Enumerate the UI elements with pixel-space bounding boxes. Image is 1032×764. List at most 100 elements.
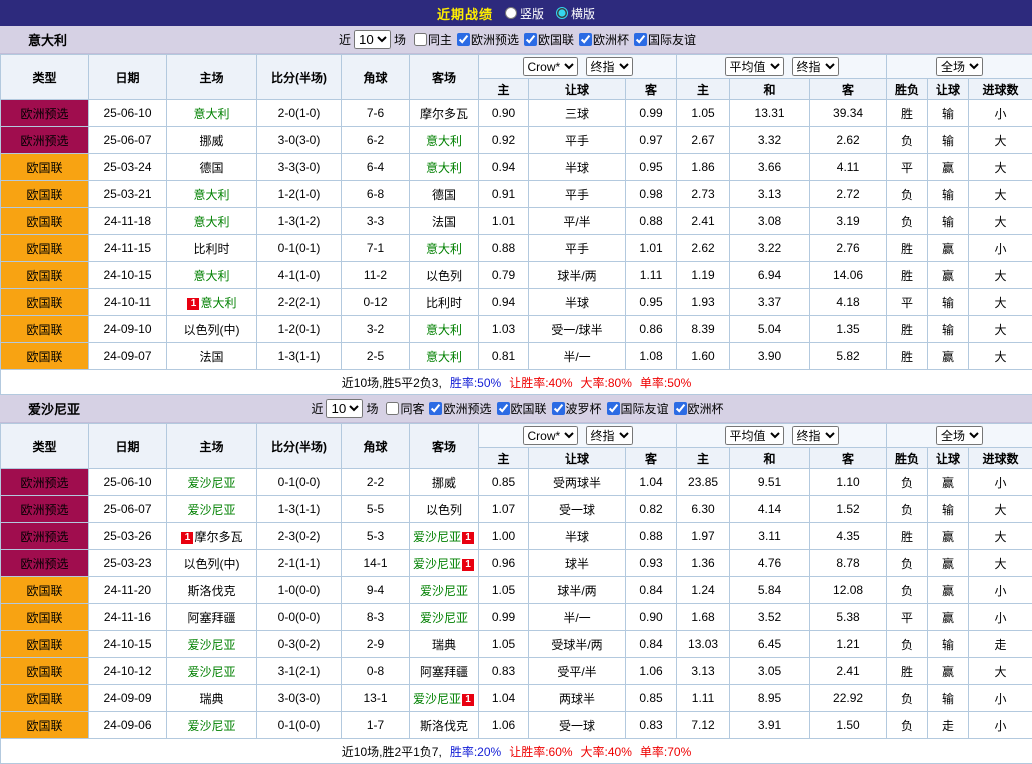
team-name-text[interactable]: 以色列(中) bbox=[184, 557, 240, 571]
checkbox-input[interactable] bbox=[579, 33, 592, 46]
checkbox-input[interactable] bbox=[524, 33, 537, 46]
team-name-text[interactable]: 比利时 bbox=[193, 242, 229, 256]
match-score[interactable]: 3-3(3-0) bbox=[257, 154, 342, 181]
team-name-text[interactable]: 意大利 bbox=[426, 350, 462, 364]
view-option-horizontal[interactable]: 横版 bbox=[556, 5, 595, 22]
bookmaker-select[interactable]: Crow* bbox=[523, 426, 578, 445]
bookmaker-select[interactable]: Crow* bbox=[523, 57, 578, 76]
team-name-text[interactable]: 意大利 bbox=[193, 188, 229, 202]
filter-checkbox[interactable]: 欧国联 bbox=[497, 400, 547, 417]
match-score[interactable]: 2-0(1-0) bbox=[257, 100, 342, 127]
team-name-text[interactable]: 德国 bbox=[432, 188, 456, 202]
team-name-text[interactable]: 以色列 bbox=[426, 503, 462, 517]
team-name-text[interactable]: 意大利 bbox=[193, 215, 229, 229]
checkbox-input[interactable] bbox=[386, 402, 399, 415]
team-name-text[interactable]: 法国 bbox=[432, 215, 456, 229]
match-score[interactable]: 1-3(1-2) bbox=[257, 208, 342, 235]
match-score[interactable]: 1-3(1-1) bbox=[257, 343, 342, 370]
team-name-text[interactable]: 意大利 bbox=[193, 107, 229, 121]
away-odds: 0.98 bbox=[626, 181, 677, 208]
team-name-text[interactable]: 爱沙尼亚 bbox=[187, 476, 235, 490]
team-name-text[interactable]: 挪威 bbox=[199, 134, 223, 148]
team-name-text[interactable]: 摩尔多瓦 bbox=[420, 107, 468, 121]
team-name-text[interactable]: 瑞典 bbox=[432, 638, 456, 652]
team-name-text[interactable]: 德国 bbox=[199, 161, 223, 175]
team-name-text[interactable]: 意大利 bbox=[193, 269, 229, 283]
checkbox-input[interactable] bbox=[634, 33, 647, 46]
match-count-select[interactable]: 10 bbox=[326, 399, 363, 418]
team-name-text[interactable]: 意大利 bbox=[426, 242, 462, 256]
filter-checkbox[interactable]: 同客 bbox=[386, 400, 424, 417]
match-score[interactable]: 1-2(1-0) bbox=[257, 181, 342, 208]
match-count-select[interactable]: 10 bbox=[354, 30, 391, 49]
match-score[interactable]: 0-1(0-0) bbox=[257, 712, 342, 739]
odds-stage-select[interactable]: 终指 bbox=[586, 426, 633, 445]
team-name-text[interactable]: 摩尔多瓦 bbox=[194, 530, 242, 544]
filter-checkbox[interactable]: 同主 bbox=[414, 31, 452, 48]
average-select[interactable]: 平均值 bbox=[725, 57, 784, 76]
team-name-text[interactable]: 斯洛伐克 bbox=[420, 719, 468, 733]
avg-stage-select[interactable]: 终指 bbox=[792, 426, 839, 445]
match-score[interactable]: 4-1(1-0) bbox=[257, 262, 342, 289]
checkbox-input[interactable] bbox=[414, 33, 427, 46]
match-score[interactable]: 1-2(0-1) bbox=[257, 316, 342, 343]
scope-select[interactable]: 全场 bbox=[936, 57, 983, 76]
team-name-text[interactable]: 意大利 bbox=[426, 323, 462, 337]
filter-checkbox[interactable]: 欧国联 bbox=[524, 31, 574, 48]
match-score[interactable]: 0-3(0-2) bbox=[257, 631, 342, 658]
match-score[interactable]: 2-1(1-1) bbox=[257, 550, 342, 577]
team-name-text[interactable]: 意大利 bbox=[200, 296, 236, 310]
team-name-text[interactable]: 比利时 bbox=[426, 296, 462, 310]
match-score[interactable]: 0-1(0-1) bbox=[257, 235, 342, 262]
team-name-text[interactable]: 爱沙尼亚 bbox=[187, 719, 235, 733]
filter-checkbox[interactable]: 国际友谊 bbox=[607, 400, 669, 417]
match-score[interactable]: 2-3(0-2) bbox=[257, 523, 342, 550]
average-select[interactable]: 平均值 bbox=[725, 426, 784, 445]
filter-checkbox[interactable]: 欧洲预选 bbox=[429, 400, 491, 417]
checkbox-input[interactable] bbox=[607, 402, 620, 415]
view-option-vertical[interactable]: 竖版 bbox=[505, 5, 544, 22]
filter-checkbox[interactable]: 波罗杯 bbox=[552, 400, 602, 417]
horizontal-radio[interactable] bbox=[556, 7, 568, 19]
team-name-text[interactable]: 爱沙尼亚 bbox=[420, 584, 468, 598]
match-score[interactable]: 1-0(0-0) bbox=[257, 577, 342, 604]
checkbox-input[interactable] bbox=[552, 402, 565, 415]
match-score[interactable]: 0-0(0-0) bbox=[257, 604, 342, 631]
team-name-text[interactable]: 爱沙尼亚 bbox=[413, 557, 461, 571]
vertical-radio[interactable] bbox=[505, 7, 517, 19]
odds-stage-select[interactable]: 终指 bbox=[586, 57, 633, 76]
filter-checkbox[interactable]: 欧洲杯 bbox=[579, 31, 629, 48]
team-name-text[interactable]: 意大利 bbox=[426, 134, 462, 148]
filter-checkbox[interactable]: 欧洲预选 bbox=[457, 31, 519, 48]
checkbox-input[interactable] bbox=[457, 33, 470, 46]
team-name-text[interactable]: 爱沙尼亚 bbox=[187, 503, 235, 517]
checkbox-input[interactable] bbox=[497, 402, 510, 415]
page-title: 近期战绩 bbox=[437, 4, 493, 23]
team-name-text[interactable]: 瑞典 bbox=[199, 692, 223, 706]
match-score[interactable]: 3-1(2-1) bbox=[257, 658, 342, 685]
team-name-text[interactable]: 以色列 bbox=[426, 269, 462, 283]
team-name-text[interactable]: 斯洛伐克 bbox=[187, 584, 235, 598]
team-name-text[interactable]: 法国 bbox=[199, 350, 223, 364]
team-name-text[interactable]: 爱沙尼亚 bbox=[420, 611, 468, 625]
match-score[interactable]: 1-3(1-1) bbox=[257, 496, 342, 523]
team-name-text[interactable]: 爱沙尼亚 bbox=[187, 638, 235, 652]
checkbox-input[interactable] bbox=[429, 402, 442, 415]
match-score[interactable]: 3-0(3-0) bbox=[257, 127, 342, 154]
avg-stage-select[interactable]: 终指 bbox=[792, 57, 839, 76]
team-name-text[interactable]: 以色列(中) bbox=[184, 323, 240, 337]
filter-checkbox[interactable]: 国际友谊 bbox=[634, 31, 696, 48]
match-score[interactable]: 3-0(3-0) bbox=[257, 685, 342, 712]
scope-select[interactable]: 全场 bbox=[936, 426, 983, 445]
team-name-text[interactable]: 阿塞拜疆 bbox=[187, 611, 235, 625]
team-name-text[interactable]: 爱沙尼亚 bbox=[413, 692, 461, 706]
match-score[interactable]: 2-2(2-1) bbox=[257, 289, 342, 316]
match-score[interactable]: 0-1(0-0) bbox=[257, 469, 342, 496]
team-name-text[interactable]: 爱沙尼亚 bbox=[413, 530, 461, 544]
checkbox-input[interactable] bbox=[674, 402, 687, 415]
filter-checkbox[interactable]: 欧洲杯 bbox=[674, 400, 724, 417]
team-name-text[interactable]: 阿塞拜疆 bbox=[420, 665, 468, 679]
team-name-text[interactable]: 挪威 bbox=[432, 476, 456, 490]
team-name-text[interactable]: 意大利 bbox=[426, 161, 462, 175]
team-name-text[interactable]: 爱沙尼亚 bbox=[187, 665, 235, 679]
